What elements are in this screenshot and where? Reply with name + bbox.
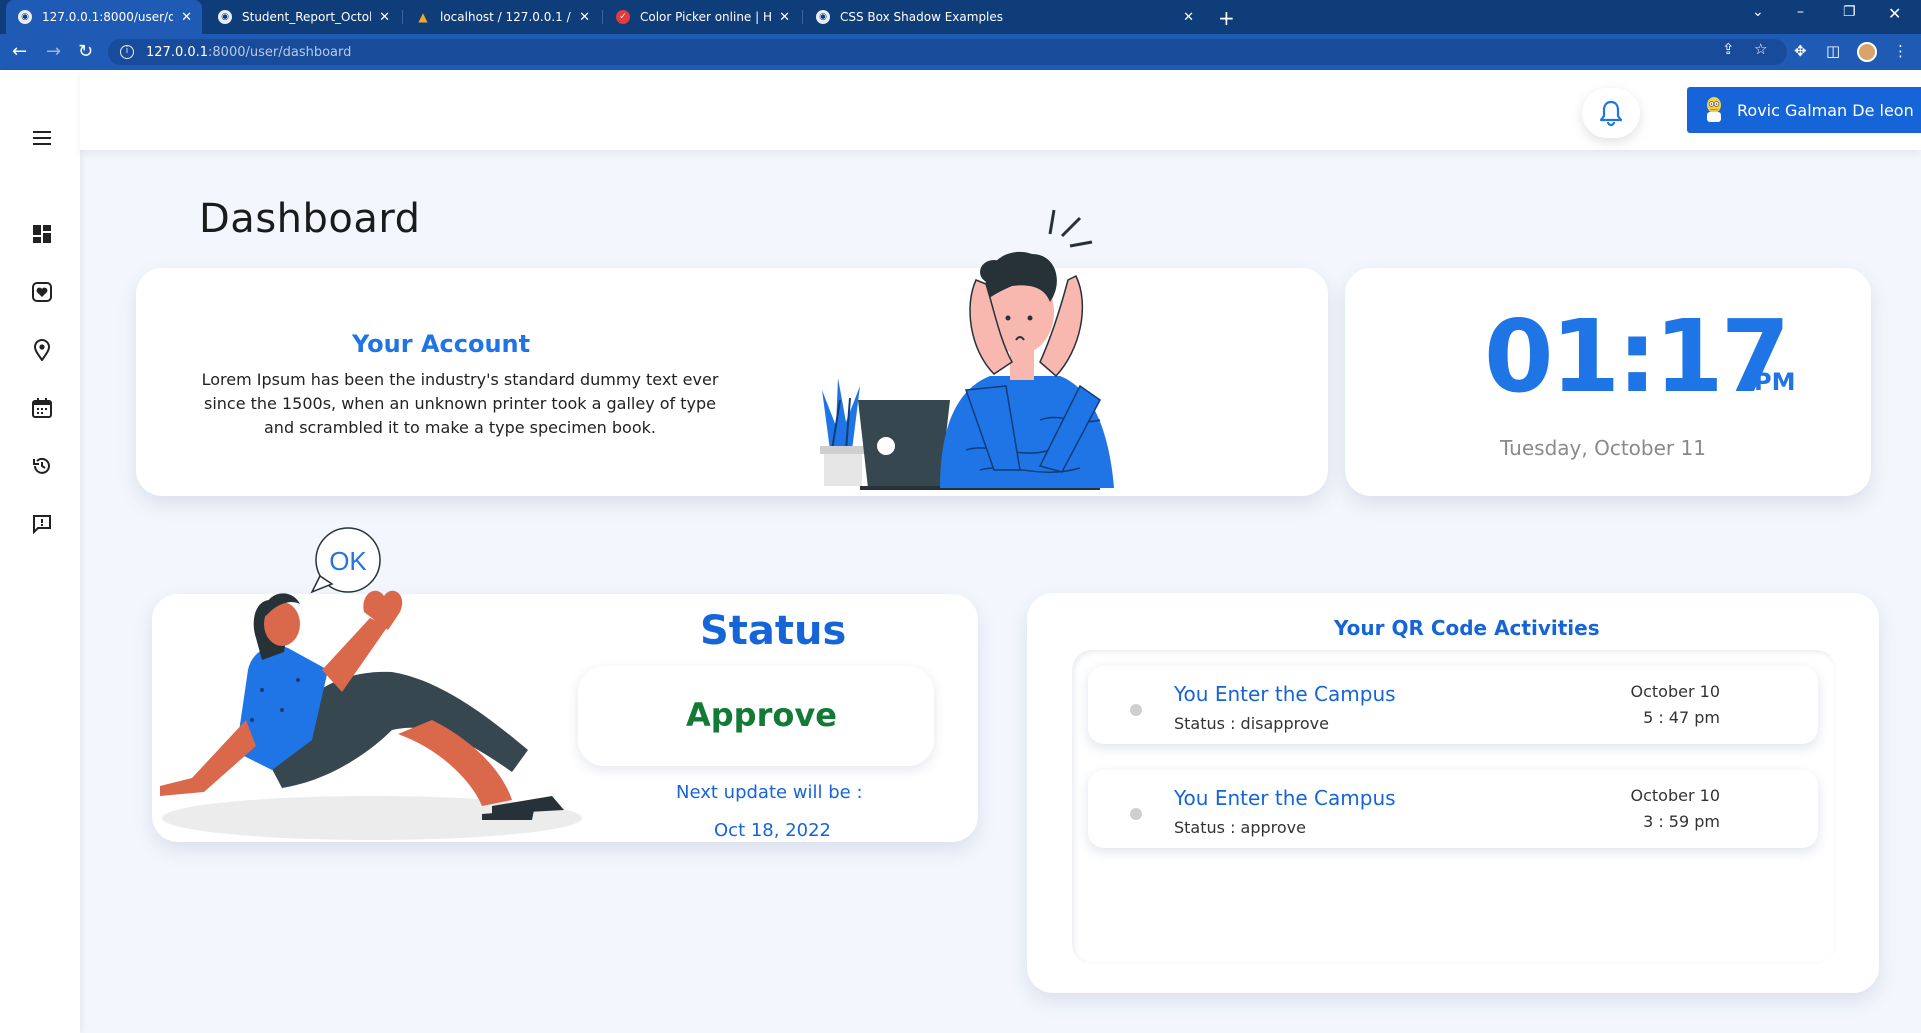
history-icon[interactable] xyxy=(28,452,56,480)
user-name: Rovic Galman De leon xyxy=(1737,100,1914,120)
globe-icon: ◉ xyxy=(18,10,32,24)
tab-separator xyxy=(402,10,403,24)
list-item[interactable]: You Enter the Campus Status : disapprove… xyxy=(1088,666,1818,744)
clock-date: Tuesday, October 11 xyxy=(1500,436,1706,460)
status-dot xyxy=(1130,704,1142,716)
activity-heading: You Enter the Campus xyxy=(1174,786,1396,810)
worried-man-illustration xyxy=(820,209,1114,490)
tab-search-icon[interactable]: ⌄ xyxy=(1752,4,1764,20)
bookmark-star-icon[interactable]: ☆ xyxy=(1754,40,1767,58)
browser-tab-boxshadow[interactable]: ◉ CSS Box Shadow Examples ✕ xyxy=(804,0,1204,34)
close-icon[interactable]: ✕ xyxy=(779,10,790,25)
menu-kebab-icon[interactable]: ⋮ xyxy=(1893,42,1908,60)
app-topbar: Rovic Galman De leon xyxy=(80,70,1921,150)
profile-avatar[interactable] xyxy=(1857,42,1877,62)
tab-title: Color Picker online | HEX Color xyxy=(640,10,772,24)
qr-activities-title: Your QR Code Activities xyxy=(1334,616,1600,640)
account-description: Lorem Ipsum has been the industry's stan… xyxy=(201,370,719,437)
activity-time: 5 : 47 pm xyxy=(1643,708,1720,727)
tab-separator xyxy=(602,10,603,24)
ok-bubble-text: OK xyxy=(329,546,367,576)
reload-icon[interactable]: ↻ xyxy=(78,41,93,62)
activity-date: October 10 xyxy=(1630,786,1720,805)
browser-tab-strip: ◉ 127.0.0.1:8000/user/dashboard ✕ ◉ Stud… xyxy=(0,0,1921,34)
clock-ampm: PM xyxy=(1754,368,1796,396)
list-item[interactable]: You Enter the Campus Status : approve Oc… xyxy=(1088,770,1818,848)
close-icon[interactable]: ✕ xyxy=(181,10,192,25)
notifications-button[interactable] xyxy=(1582,88,1640,138)
activity-status: Status : disapprove xyxy=(1174,714,1329,733)
sidebar xyxy=(0,70,80,1033)
minimize-button[interactable]: – xyxy=(1797,4,1804,20)
tab-title: localhost / 127.0.0.1 / ienter / for xyxy=(440,10,571,24)
activity-status: Status : approve xyxy=(1174,818,1306,837)
new-tab-button[interactable]: + xyxy=(1218,6,1235,30)
phpmyadmin-icon: ▲ xyxy=(418,10,428,24)
next-update-date: Oct 18, 2022 xyxy=(714,820,831,841)
next-update-label: Next update will be : xyxy=(676,782,863,803)
restore-button[interactable]: ❐ xyxy=(1843,4,1856,20)
activity-heading: You Enter the Campus xyxy=(1174,682,1396,706)
menu-icon[interactable] xyxy=(28,124,56,152)
user-menu-button[interactable]: Rovic Galman De leon xyxy=(1687,87,1921,133)
location-icon[interactable] xyxy=(28,336,56,364)
clock-time: 01:17 xyxy=(1484,298,1790,415)
site-info-icon[interactable]: i xyxy=(120,45,134,59)
side-panel-icon[interactable]: ◫ xyxy=(1826,42,1840,60)
close-icon[interactable]: ✕ xyxy=(379,10,390,25)
browser-tab-report[interactable]: ◉ Student_Report_October_11_2022 ✕ xyxy=(206,0,400,34)
activity-date: October 10 xyxy=(1630,682,1720,701)
url-path: :8000/user/dashboard xyxy=(208,44,352,60)
feedback-icon[interactable] xyxy=(28,510,56,538)
status-value: Approve xyxy=(686,696,837,734)
activity-time: 3 : 59 pm xyxy=(1643,812,1720,831)
globe-icon: ◉ xyxy=(816,10,830,24)
woman-thumbs-up-illustration: OK xyxy=(160,527,582,840)
globe-icon: ◉ xyxy=(218,10,232,24)
browser-tab-colorpicker[interactable]: ✓ Color Picker online | HEX Color ✕ xyxy=(604,0,800,34)
address-bar[interactable]: i 127.0.0.1 :8000/user/dashboard xyxy=(108,39,1787,65)
tab-title: 127.0.0.1:8000/user/dashboard xyxy=(42,10,174,24)
close-icon[interactable]: ✕ xyxy=(1183,10,1194,25)
bell-icon xyxy=(1599,100,1623,127)
tab-separator xyxy=(802,10,803,24)
back-icon[interactable]: ← xyxy=(12,41,27,62)
dashboard-icon[interactable] xyxy=(28,220,56,248)
tab-title: CSS Box Shadow Examples xyxy=(840,10,1004,24)
browser-toolbar: ← → ↻ i 127.0.0.1 :8000/user/dashboard ⇪… xyxy=(0,34,1921,70)
browser-tab-phpmyadmin[interactable]: ▲ localhost / 127.0.0.1 / ienter / for ✕ xyxy=(404,0,600,34)
browser-tab-dashboard[interactable]: ◉ 127.0.0.1:8000/user/dashboard ✕ xyxy=(6,0,202,34)
calendar-icon[interactable] xyxy=(28,394,56,422)
url-host: 127.0.0.1 xyxy=(146,44,209,60)
color-picker-icon: ✓ xyxy=(616,10,630,24)
forward-icon[interactable]: → xyxy=(46,41,61,62)
user-avatar xyxy=(1707,97,1721,122)
status-dot xyxy=(1130,808,1142,820)
window-close-button[interactable]: ✕ xyxy=(1888,4,1901,23)
account-title: Your Account xyxy=(352,330,531,358)
extensions-icon[interactable]: ✥ xyxy=(1794,42,1807,60)
favorites-icon[interactable] xyxy=(28,278,56,306)
share-icon[interactable]: ⇪ xyxy=(1722,40,1735,58)
tab-title: Student_Report_October_11_2022 xyxy=(242,10,371,24)
close-icon[interactable]: ✕ xyxy=(579,10,590,25)
status-title: Status xyxy=(700,608,847,654)
page-title: Dashboard xyxy=(199,196,421,242)
